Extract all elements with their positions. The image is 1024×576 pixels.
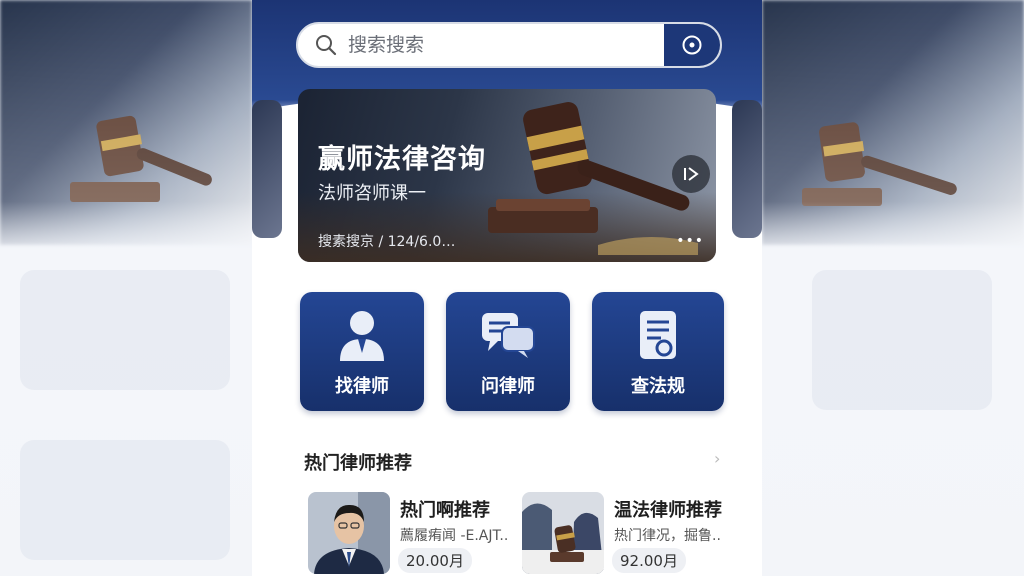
search-regulations-label: 查法规 <box>631 376 685 397</box>
banner-meta: 搜素搜京 / 124/6.0… <box>318 234 456 250</box>
ghost-card <box>812 270 992 410</box>
search-bar[interactable] <box>296 22 722 68</box>
banner-subtitle: 法师咨师课一 <box>318 183 426 204</box>
search-regulations-button[interactable]: 查法规 <box>592 292 724 411</box>
banner-title: 赢师法律咨询 <box>318 144 486 175</box>
card-price: 20.00月 <box>398 548 472 573</box>
document-icon <box>636 308 680 362</box>
lawyer-card[interactable]: 温法律师推荐 热门律况，掘鲁.. 92.00月 <box>522 492 742 574</box>
lawyer-icon <box>338 308 386 362</box>
target-icon <box>682 35 702 55</box>
chat-icon <box>480 308 536 362</box>
card-title: 温法律师推荐 <box>614 500 722 521</box>
section-title: 热门律师推荐 <box>304 453 412 474</box>
left-backdrop <box>0 0 252 576</box>
ask-lawyer-button[interactable]: 问律师 <box>446 292 570 411</box>
banner-prev-peek[interactable] <box>252 100 282 238</box>
card-description: 热门律况，掘鲁.. <box>614 528 721 544</box>
app-screen: 赢师法律咨询 法师咨师课一 搜素搜京 / 124/6.0… ••• 找律师 问律… <box>252 0 762 576</box>
lawyer-thumbnail <box>522 492 604 574</box>
search-input[interactable] <box>346 33 664 57</box>
banner-next-peek[interactable] <box>732 100 762 238</box>
ask-lawyer-label: 问律师 <box>481 376 535 397</box>
lawyer-card[interactable]: 热门啊推荐 薦履痏闻 -E.AJT.. 20.00月 <box>308 492 508 574</box>
ghost-card <box>20 270 230 390</box>
section-more-icon[interactable]: › <box>714 449 720 468</box>
search-icon <box>306 33 346 57</box>
banner-pagination: ••• <box>676 233 704 249</box>
card-price: 92.00月 <box>612 548 686 573</box>
lawyer-avatar <box>308 492 390 574</box>
right-backdrop <box>762 0 1024 576</box>
gavel-icon <box>488 102 698 255</box>
promo-banner[interactable]: 赢师法律咨询 法师咨师课一 搜素搜京 / 124/6.0… ••• <box>298 89 716 262</box>
play-icon <box>684 167 699 181</box>
card-description: 薦履痏闻 -E.AJT.. <box>400 528 509 544</box>
ghost-card <box>20 440 230 560</box>
banner-next-button[interactable] <box>672 155 710 193</box>
card-title: 热门啊推荐 <box>400 500 490 521</box>
find-lawyer-label: 找律师 <box>335 376 389 397</box>
scan-button[interactable] <box>664 24 720 66</box>
find-lawyer-button[interactable]: 找律师 <box>300 292 424 411</box>
quick-actions: 找律师 问律师 查法规 <box>300 292 724 412</box>
